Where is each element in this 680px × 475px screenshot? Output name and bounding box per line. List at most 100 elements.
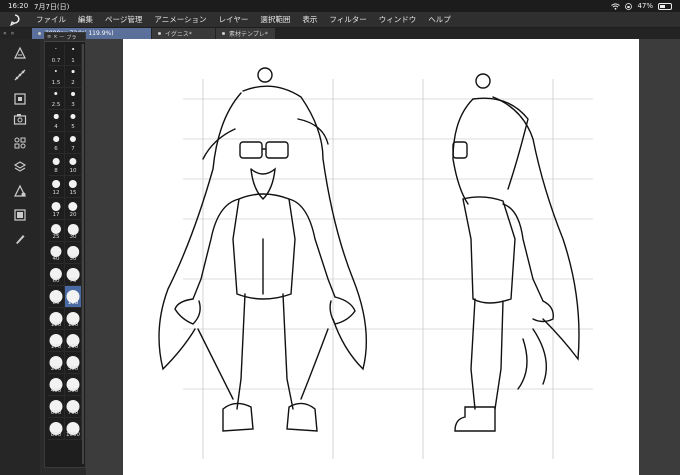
- battery-percent: 47%: [637, 2, 653, 10]
- menu-animation[interactable]: アニメーション: [148, 14, 212, 25]
- brush-size-option[interactable]: 300: [65, 352, 82, 374]
- brush-size-option[interactable]: 600: [48, 396, 65, 418]
- brush-preview-dot: [72, 48, 74, 50]
- tab-dot-icon: [158, 32, 161, 35]
- brush-preview-dot: [69, 136, 77, 143]
- layers-icon[interactable]: [12, 159, 28, 175]
- brush-size-label: 12: [52, 190, 60, 196]
- brush-size-option[interactable]: 30: [65, 220, 82, 242]
- brush-size-option[interactable]: 800: [48, 418, 65, 440]
- brush-size-option[interactable]: 1.5: [48, 66, 65, 88]
- brush-size-option[interactable]: 15: [65, 176, 82, 198]
- wifi-icon: [611, 2, 621, 10]
- brush-size-option[interactable]: 200: [65, 330, 82, 352]
- brush-size-option[interactable]: 1000: [65, 418, 82, 440]
- brush-size-option[interactable]: 20: [65, 198, 82, 220]
- brush-size-option[interactable]: 12: [48, 176, 65, 198]
- frame-icon[interactable]: [12, 207, 28, 223]
- brush-size-label: 600: [50, 410, 62, 416]
- panel-header: ≡ × — ブラ: [45, 33, 85, 42]
- material-icon[interactable]: [12, 183, 28, 199]
- brush-size-option[interactable]: 1: [65, 44, 82, 66]
- brush-preview-dot: [71, 92, 75, 96]
- brush-size-option[interactable]: 70: [65, 264, 82, 286]
- brush-preview-dot: [54, 92, 58, 96]
- menu-help[interactable]: ヘルプ: [422, 14, 457, 25]
- brush-size-label: 200: [67, 344, 79, 350]
- close-icon[interactable]: ×: [53, 34, 57, 40]
- tab-dot-icon: [38, 32, 41, 35]
- brush-size-option[interactable]: 17: [48, 198, 65, 220]
- brush-size-option[interactable]: 2: [65, 66, 82, 88]
- brush-size-label: 0.7: [51, 58, 61, 64]
- brush-size-option[interactable]: 2.5: [48, 88, 65, 110]
- brush-size-label: 150: [67, 322, 79, 328]
- brush-size-label: 20: [69, 212, 77, 218]
- collapse-icon[interactable]: —: [59, 34, 64, 40]
- battery-icon: [658, 2, 672, 10]
- brush-size-option[interactable]: 170: [48, 330, 65, 352]
- tab-document-3[interactable]: 素材テンプレ*: [216, 28, 276, 39]
- character-sketch: [158, 67, 593, 459]
- brush-size-label: 25: [52, 234, 60, 240]
- brush-size-label: 250: [50, 366, 62, 372]
- brush-size-option[interactable]: 8: [48, 154, 65, 176]
- brush-size-option[interactable]: 40: [48, 242, 65, 264]
- app-logo-icon[interactable]: [0, 12, 30, 28]
- layer-properties-icon[interactable]: [12, 135, 28, 151]
- brush-preview-dot: [52, 180, 60, 188]
- status-time: 16:20: [8, 2, 29, 10]
- brush-size-label: 120: [50, 322, 62, 328]
- ruler-icon[interactable]: [12, 67, 28, 83]
- brush-size-option[interactable]: 25: [48, 220, 65, 242]
- brush-size-option[interactable]: 150: [65, 308, 82, 330]
- brush-size-label: 500: [67, 388, 79, 394]
- tab-dot-icon: [222, 32, 225, 35]
- brush-size-label: 300: [67, 366, 79, 372]
- menu-page[interactable]: ページ管理: [99, 14, 148, 25]
- brush-size-option[interactable]: 250: [48, 352, 65, 374]
- panel-menu-icon[interactable]: ≡: [47, 34, 51, 40]
- camera-icon[interactable]: [12, 111, 28, 127]
- brush-size-option[interactable]: 100: [65, 286, 82, 308]
- tab-scroll-arrows-icon[interactable]: « »: [0, 30, 32, 37]
- brush-size-label: 30: [69, 234, 77, 240]
- brush-size-option[interactable]: 10: [65, 154, 82, 176]
- brush-size-label: 1000: [66, 432, 80, 438]
- brush-size-option[interactable]: 5: [65, 110, 82, 132]
- tab-label: 素材テンプレ*: [229, 31, 268, 38]
- brush-size-label: 8: [54, 168, 58, 174]
- brush-size-option[interactable]: 400: [48, 374, 65, 396]
- brush-size-option[interactable]: 700: [65, 396, 82, 418]
- panel-scrollbar[interactable]: [82, 44, 84, 464]
- left-toolbar: [0, 39, 40, 475]
- brush-size-label: 1: [71, 58, 75, 64]
- menu-edit[interactable]: 編集: [72, 14, 99, 25]
- brush-size-label: 50: [69, 256, 77, 262]
- brush-size-option[interactable]: 50: [65, 242, 82, 264]
- brush-size-option[interactable]: 0.7: [48, 44, 65, 66]
- menu-selection[interactable]: 選択範囲: [254, 14, 296, 25]
- brush-size-option[interactable]: 3: [65, 88, 82, 110]
- menu-layer[interactable]: レイヤー: [213, 14, 255, 25]
- pen-icon[interactable]: [12, 231, 28, 247]
- brush-size-option[interactable]: 4: [48, 110, 65, 132]
- menu-view[interactable]: 表示: [296, 14, 323, 25]
- brush-size-option[interactable]: 6: [48, 132, 65, 154]
- brush-size-label: 100: [67, 300, 79, 306]
- navigator-icon[interactable]: [12, 91, 28, 107]
- drawing-canvas[interactable]: [123, 39, 639, 475]
- menu-filter[interactable]: フィルター: [323, 14, 372, 25]
- brush-size-option[interactable]: 7: [65, 132, 82, 154]
- brush-size-option[interactable]: 120: [48, 308, 65, 330]
- menu-file[interactable]: ファイル: [30, 14, 72, 25]
- brush-preview-dot: [52, 158, 60, 165]
- adjust-layer-icon[interactable]: [12, 45, 28, 61]
- brush-size-option[interactable]: 500: [65, 374, 82, 396]
- brush-size-option[interactable]: 60: [48, 264, 65, 286]
- menu-window[interactable]: ウィンドウ: [373, 14, 423, 25]
- tab-document-2[interactable]: イグニス*: [152, 28, 216, 39]
- brush-size-grid: 0.7 1 1.5 2 2.5 3 4 5 6 7 8 10 12 15 17 20 25 30 40 50 60 70 8…: [48, 44, 82, 440]
- brush-size-label: 15: [69, 190, 77, 196]
- brush-size-option[interactable]: 80: [48, 286, 65, 308]
